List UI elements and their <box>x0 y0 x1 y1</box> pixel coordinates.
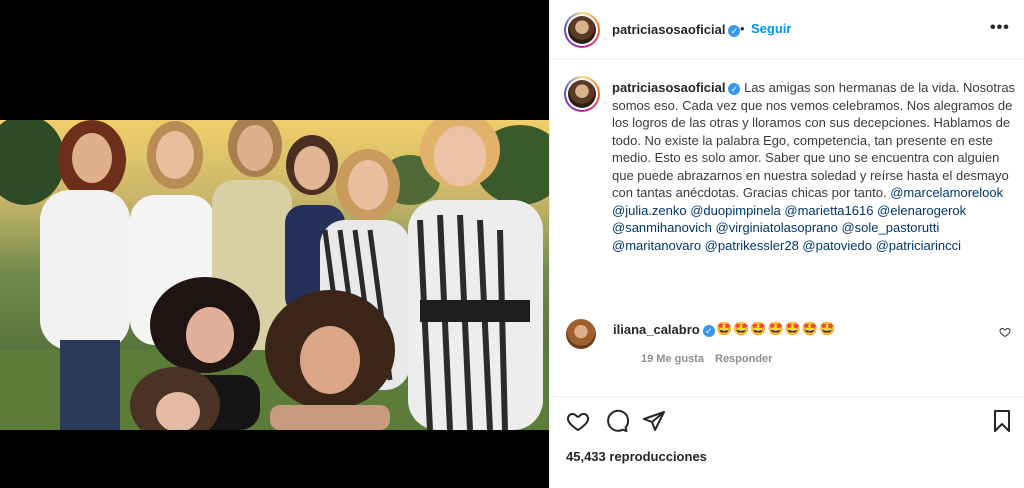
bookmark-icon[interactable] <box>990 409 1014 438</box>
caption-author-avatar[interactable] <box>564 76 600 112</box>
share-icon[interactable] <box>642 409 666 438</box>
verified-badge-icon: ✓ <box>728 25 741 37</box>
comment-likes-count[interactable]: 19 Me gusta <box>641 353 704 365</box>
caption-text: Las amigas son hermanas de la vida. Noso… <box>612 80 1016 200</box>
media-panel[interactable] <box>0 0 549 488</box>
post-caption: patriciasosaoficial ✓ Las amigas son herm… <box>612 79 1018 254</box>
comment-icon[interactable] <box>605 409 630 438</box>
post-details-panel: patriciasosaoficial ✓ • Seguir ••• patric… <box>549 0 1024 488</box>
author-avatar[interactable] <box>564 12 600 48</box>
group-photo-illustration <box>0 120 549 430</box>
author-username[interactable]: patriciasosaoficial <box>612 22 725 37</box>
comment-text: 🤩🤩🤩🤩🤩🤩🤩 <box>716 321 837 336</box>
commenter-username[interactable]: iliana_calabro ✓ <box>613 322 715 337</box>
comment-like-icon[interactable] <box>999 326 1011 341</box>
post-actions-bar: 45,433 reproducciones <box>550 396 1024 488</box>
post-photo[interactable] <box>0 120 549 430</box>
follow-button[interactable]: Seguir <box>751 21 791 36</box>
comment-reply-button[interactable]: Responder <box>715 353 772 365</box>
heart-icon[interactable] <box>566 409 590 438</box>
separator-dot: • <box>740 21 745 36</box>
post-header: patriciasosaoficial ✓ • Seguir ••• <box>550 0 1024 60</box>
more-options-icon[interactable]: ••• <box>990 19 1010 37</box>
author-username-link[interactable]: patriciasosaoficial ✓ <box>612 22 741 37</box>
verified-badge-icon: ✓ <box>702 325 715 337</box>
caption-username[interactable]: patriciasosaoficial <box>612 80 725 95</box>
verified-badge-icon: ✓ <box>728 83 741 95</box>
commenter-avatar[interactable] <box>566 319 596 349</box>
comment-item: iliana_calabro ✓ 🤩🤩🤩🤩🤩🤩🤩 <box>566 316 1016 349</box>
view-count: 45,433 reproducciones <box>566 449 707 464</box>
instagram-post-view: patriciasosaoficial ✓ • Seguir ••• patric… <box>0 0 1024 488</box>
